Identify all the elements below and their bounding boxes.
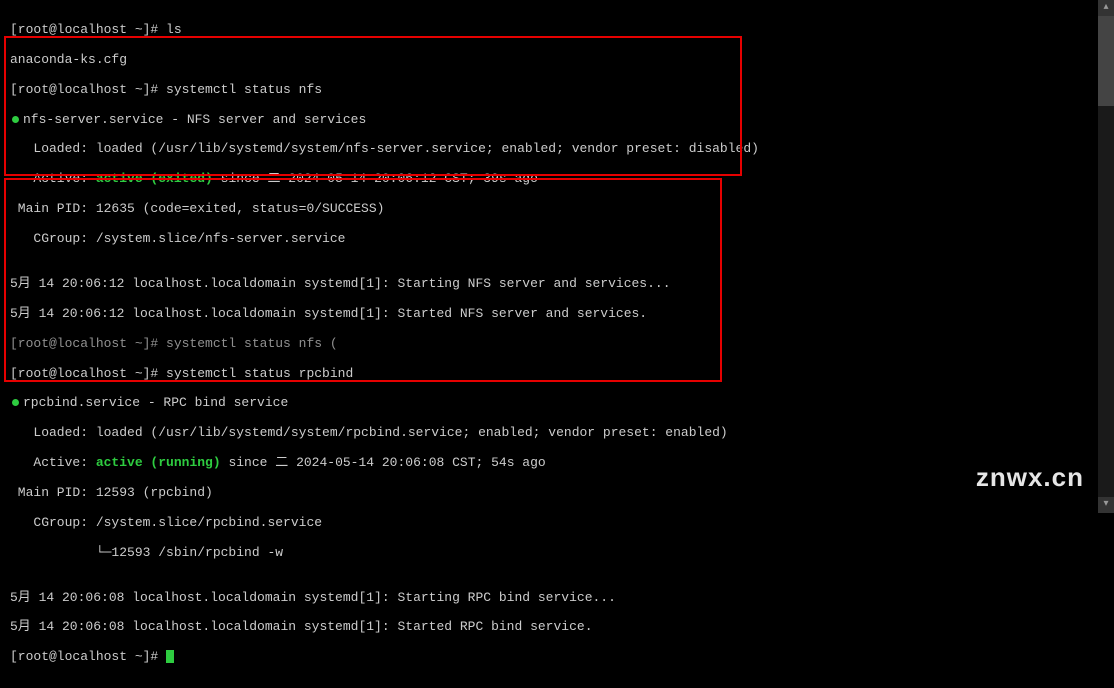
- status-dot-icon: [12, 116, 19, 123]
- output-line: anaconda-ks.cfg: [10, 53, 1104, 68]
- status-dot-icon: [12, 399, 19, 406]
- active-status: active (running): [96, 455, 221, 470]
- output-line: Loaded: loaded (/usr/lib/systemd/system/…: [10, 426, 1104, 441]
- output-line: └─12593 /sbin/rpcbind -w: [10, 546, 1104, 561]
- active-line: Active: active (running) since 二 2024-05…: [10, 456, 1104, 471]
- cursor-icon: [166, 650, 174, 663]
- log-line: 5月 14 20:06:08 localhost.localdomain sys…: [10, 591, 1104, 606]
- active-status: active (exited): [96, 171, 213, 186]
- service-title: nfs-server.service - NFS server and serv…: [10, 113, 1104, 128]
- output-line: CGroup: /system.slice/rpcbind.service: [10, 516, 1104, 531]
- scroll-up-icon[interactable]: ▴: [1098, 0, 1114, 16]
- log-line: 5月 14 20:06:12 localhost.localdomain sys…: [10, 307, 1104, 322]
- cmd-line: [root@localhost ~]# systemctl status rpc…: [10, 367, 1104, 382]
- log-line: 5月 14 20:06:12 localhost.localdomain sys…: [10, 277, 1104, 292]
- scroll-thumb[interactable]: [1098, 16, 1114, 106]
- output-line: Loaded: loaded (/usr/lib/systemd/system/…: [10, 142, 1104, 157]
- service-title: rpcbind.service - RPC bind service: [10, 396, 1104, 411]
- terminal-output[interactable]: [root@localhost ~]# ls anaconda-ks.cfg […: [0, 0, 1114, 688]
- scrollbar[interactable]: ▴ ▾: [1098, 0, 1114, 513]
- watermark-text: znwx.cn: [976, 462, 1084, 493]
- output-line: CGroup: /system.slice/nfs-server.service: [10, 232, 1104, 247]
- obscured-line: [root@localhost ~]# systemctl status nfs…: [10, 337, 1104, 352]
- scroll-down-icon[interactable]: ▾: [1098, 497, 1114, 513]
- prompt-line: [root@localhost ~]#: [10, 650, 1104, 665]
- active-line: Active: active (exited) since 二 2024-05-…: [10, 172, 1104, 187]
- cmd-line: [root@localhost ~]# systemctl status nfs: [10, 83, 1104, 98]
- output-line: Main PID: 12593 (rpcbind): [10, 486, 1104, 501]
- cmd-line: [root@localhost ~]# ls: [10, 23, 1104, 38]
- output-line: Main PID: 12635 (code=exited, status=0/S…: [10, 202, 1104, 217]
- log-line: 5月 14 20:06:08 localhost.localdomain sys…: [10, 620, 1104, 635]
